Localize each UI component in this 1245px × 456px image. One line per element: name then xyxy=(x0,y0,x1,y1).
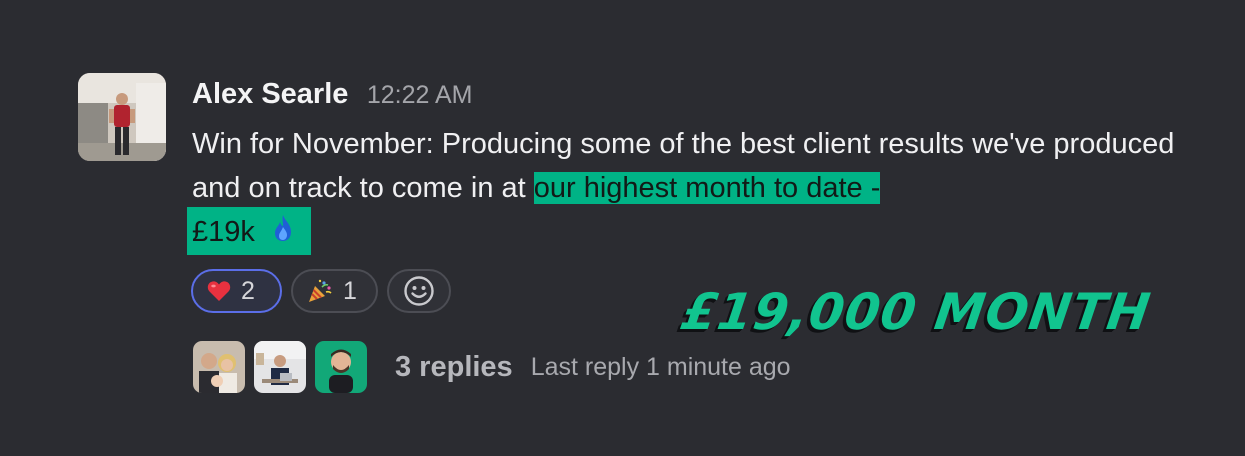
message-header: Alex Searle 12:22 AM xyxy=(192,78,472,111)
reactions-bar: 2 1 xyxy=(191,269,451,313)
avatar xyxy=(315,341,367,393)
overlay-banner: £19,000 MONTH xyxy=(677,283,1155,341)
avatar[interactable] xyxy=(78,73,166,161)
author-name[interactable]: Alex Searle xyxy=(192,78,348,110)
add-reaction-button[interactable] xyxy=(387,269,451,313)
thread-summary[interactable]: 3 replies Last reply 1 minute ago xyxy=(193,341,791,393)
message-canvas: Alex Searle 12:22 AM Win for November: P… xyxy=(0,0,1245,456)
timestamp[interactable]: 12:22 AM xyxy=(367,81,473,109)
avatar xyxy=(254,341,306,393)
reaction-count: 2 xyxy=(241,276,255,305)
reaction-party[interactable]: 1 xyxy=(291,269,378,313)
reaction-heart[interactable]: 2 xyxy=(191,269,282,313)
heart-icon xyxy=(207,280,231,302)
last-reply-time: Last reply 1 minute ago xyxy=(530,352,791,381)
reaction-count: 1 xyxy=(343,276,357,305)
blue-fire-icon xyxy=(271,211,295,255)
replies-count[interactable]: 3 replies xyxy=(395,351,513,384)
message-highlight: our highest month to date - xyxy=(533,172,881,204)
avatar xyxy=(193,341,245,393)
message-body: Win for November: Producing some of the … xyxy=(192,122,1192,210)
smiley-icon xyxy=(403,275,435,307)
amount-text: £19k xyxy=(192,216,255,248)
message-highlight-line2: £19k xyxy=(192,210,295,255)
party-popper-icon xyxy=(307,278,333,304)
